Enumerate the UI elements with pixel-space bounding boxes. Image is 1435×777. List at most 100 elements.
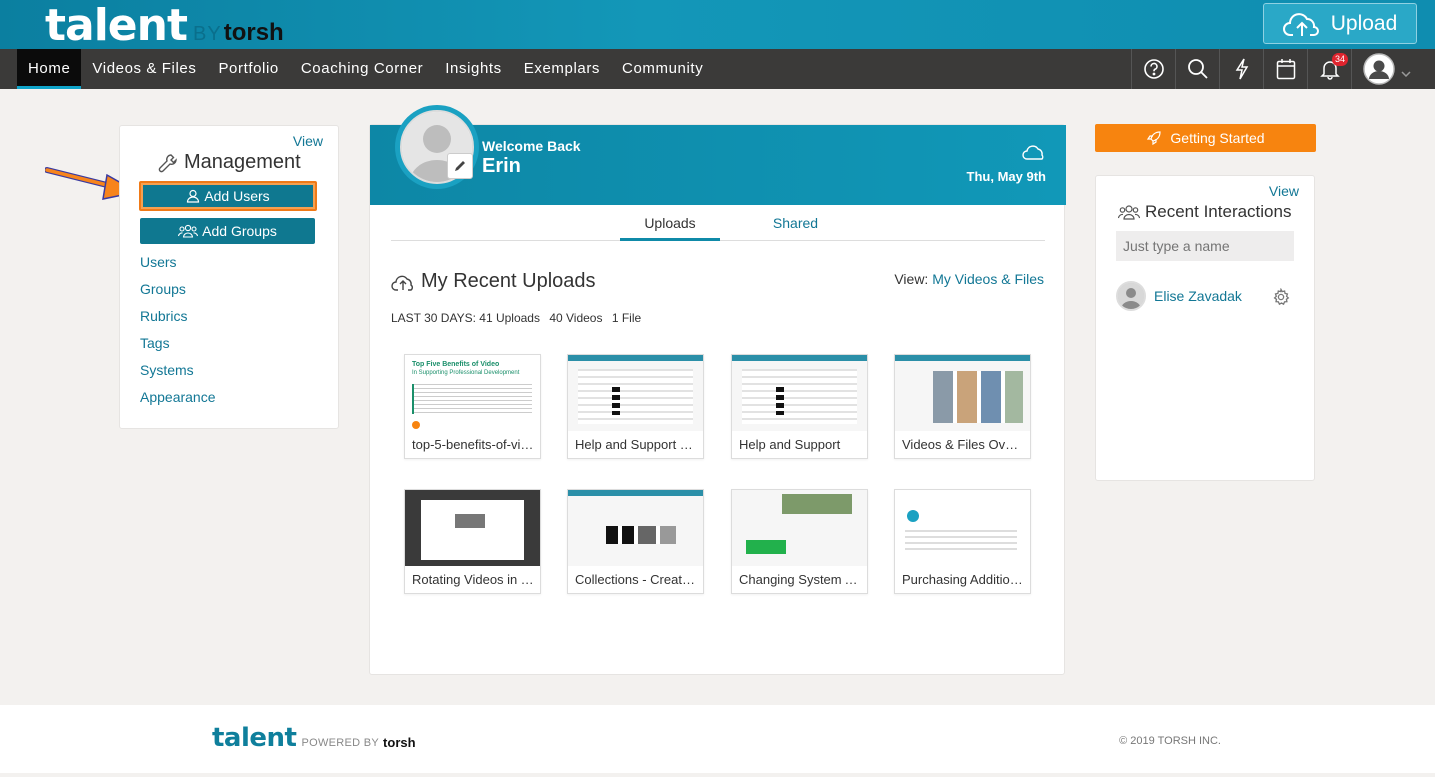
document-thumbnail: Top Five Benefits of Video In Supporting… [405, 355, 540, 431]
upload-item-title: Help and Support Exemplars [575, 437, 697, 452]
stats-videos: 40 Videos [549, 311, 603, 325]
tab-shared[interactable]: Shared [753, 215, 838, 241]
my-videos-files-link[interactable]: My Videos & Files [932, 271, 1044, 287]
wrench-icon [158, 153, 177, 172]
upload-item[interactable]: Videos & Files Overview [894, 354, 1031, 459]
nav-coaching-corner[interactable]: Coaching Corner [290, 49, 434, 89]
doc-text-lines [412, 384, 532, 414]
recent-uploads-title: My Recent Uploads [391, 270, 596, 293]
upload-item[interactable]: Top Five Benefits of Video In Supporting… [404, 354, 541, 459]
welcome-greeting: Welcome Back [482, 138, 581, 154]
upload-item[interactable]: Help and Support [731, 354, 868, 459]
add-groups-button[interactable]: Add Groups [140, 218, 315, 244]
screenshot-thumbnail [732, 355, 867, 431]
page-footer: talent POWERED BY torsh © 2019 TORSH INC… [0, 705, 1435, 773]
thumb-doc-subtitle: In Supporting Professional Development [412, 370, 520, 376]
upload-item[interactable]: Collections - Creating [567, 489, 704, 594]
recent-interactions-title: Recent Interactions [1118, 202, 1291, 222]
search-icon [1187, 59, 1208, 79]
getting-started-label: Getting Started [1170, 130, 1265, 146]
add-users-button[interactable]: Add Users [139, 181, 317, 211]
upload-stats: LAST 30 DAYS: 41 Uploads 40 Videos 1 Fil… [391, 311, 647, 325]
name-search-input[interactable] [1116, 231, 1294, 261]
management-link-groups[interactable]: Groups [140, 281, 216, 308]
management-link-systems[interactable]: Systems [140, 362, 216, 389]
upload-item-title: Videos & Files Overview [902, 437, 1024, 452]
main-navigation: Home Videos & Files Portfolio Coaching C… [0, 49, 1435, 89]
recent-view-link[interactable]: View [1269, 183, 1299, 199]
nav-videos-files[interactable]: Videos & Files [81, 49, 207, 89]
upload-item-title: Changing System Appearance [739, 572, 861, 587]
recent-interactions-panel: View Recent Interactions Elise Zavadak [1095, 175, 1315, 481]
screenshot-thumbnail [405, 490, 540, 566]
pencil-icon [455, 161, 465, 171]
upload-item-title: Purchasing Additional Storage [902, 572, 1024, 587]
nav-exemplars[interactable]: Exemplars [513, 49, 611, 89]
upload-item[interactable]: Changing System Appearance [731, 489, 868, 594]
logo-wordmark: talent [45, 0, 188, 51]
nav-insights[interactable]: Insights [434, 49, 513, 89]
add-groups-label: Add Groups [202, 223, 277, 239]
user-menu[interactable] [1351, 49, 1421, 89]
talent-logo[interactable]: talent BY torsh [45, 2, 284, 48]
footer-powered-by: POWERED BY [301, 737, 380, 749]
screenshot-thumbnail [895, 490, 1030, 566]
footer-logo-wordmark: talent [212, 723, 297, 753]
notifications-button[interactable]: 34 [1307, 49, 1351, 89]
uploads-tabs: Uploads Shared [391, 205, 1045, 241]
management-view-link[interactable]: View [293, 133, 323, 149]
user-avatar-icon [1362, 53, 1395, 85]
upload-item[interactable]: Help and Support Exemplars [567, 354, 704, 459]
screenshot-thumbnail [568, 490, 703, 566]
management-title-text: Management [184, 151, 301, 173]
person-avatar [1116, 281, 1146, 311]
upload-item[interactable]: Rotating Videos in Talent [404, 489, 541, 594]
management-link-tags[interactable]: Tags [140, 335, 216, 362]
person-name[interactable]: Elise Zavadak [1154, 288, 1242, 304]
upload-item[interactable]: Purchasing Additional Storage [894, 489, 1031, 594]
edit-avatar-button[interactable] [447, 153, 473, 179]
getting-started-button[interactable]: Getting Started [1095, 124, 1316, 152]
notifications-badge: 34 [1332, 53, 1349, 66]
tab-uploads[interactable]: Uploads [620, 215, 720, 241]
management-link-users[interactable]: Users [140, 254, 216, 281]
nav-home[interactable]: Home [17, 49, 82, 89]
calendar-button[interactable] [1263, 49, 1307, 89]
copyright: © 2019 TORSH INC. [1119, 735, 1221, 747]
current-date: Thu, May 9th [966, 169, 1046, 184]
nav-community[interactable]: Community [611, 49, 714, 89]
cloud-upload-icon [391, 275, 413, 291]
screenshot-thumbnail [895, 355, 1030, 431]
view-prefix: View: [894, 271, 929, 287]
users-group-icon [178, 224, 199, 238]
search-button[interactable] [1175, 49, 1219, 89]
logo-by: BY [193, 23, 222, 45]
footer-logo: talent POWERED BY torsh [212, 723, 416, 753]
management-link-appearance[interactable]: Appearance [140, 389, 216, 416]
stats-period: LAST 30 DAYS: 41 Uploads [391, 311, 540, 325]
welcome-user-name: Erin [482, 155, 521, 177]
upload-label: Upload [1330, 11, 1398, 35]
doc-bullet [412, 421, 420, 429]
logo-company: torsh [223, 19, 284, 46]
default-avatar-icon [1118, 283, 1144, 309]
screenshot-thumbnail [568, 355, 703, 431]
upload-item-title: Rotating Videos in Talent [412, 572, 534, 587]
help-button[interactable] [1131, 49, 1175, 89]
gear-icon[interactable] [1272, 288, 1290, 306]
management-panel: View Management Add Users Add Groups Use… [119, 125, 339, 429]
recent-uploads-title-text: My Recent Uploads [421, 270, 596, 292]
thumb-doc-title: Top Five Benefits of Video [412, 361, 500, 368]
chevron-down-icon [1400, 71, 1411, 77]
upload-button[interactable]: Upload [1263, 3, 1417, 44]
quick-actions-button[interactable] [1219, 49, 1263, 89]
top-brand-bar: talent BY torsh Upload [0, 0, 1435, 49]
nav-portfolio[interactable]: Portfolio [207, 49, 289, 89]
view-selector: View: My Videos & Files [894, 271, 1044, 287]
management-link-rubrics[interactable]: Rubrics [140, 308, 216, 335]
profile-avatar[interactable] [395, 105, 479, 189]
management-title: Management [158, 151, 301, 174]
main-content-panel: Welcome Back Erin Thu, May 9th Uploads S… [369, 105, 1066, 675]
add-users-label: Add Users [204, 188, 270, 204]
recent-person-item[interactable]: Elise Zavadak [1116, 281, 1294, 311]
